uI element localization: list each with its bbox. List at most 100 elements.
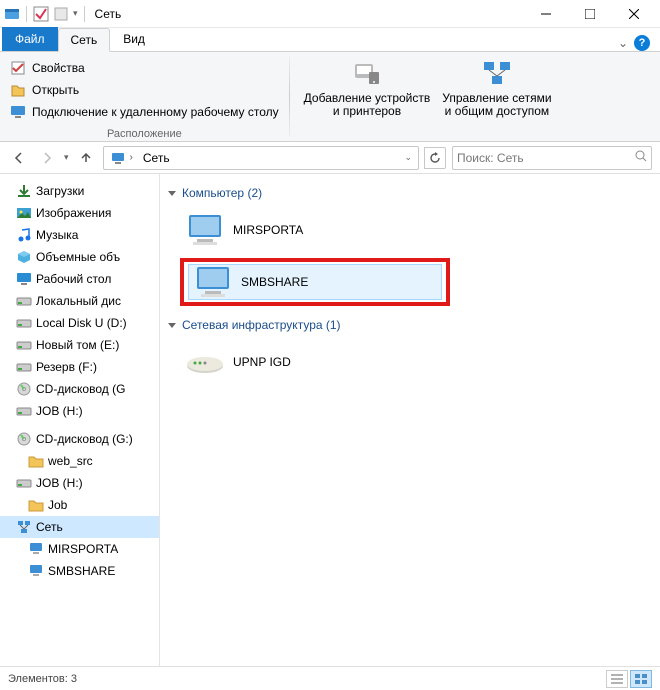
sidebar-item[interactable]: web_src (0, 450, 159, 472)
sidebar-item-label: Изображения (36, 206, 111, 220)
computer-icon (185, 213, 225, 247)
sidebar-item-label: Резерв (F:) (36, 360, 97, 374)
sidebar-item-label: SMBSHARE (48, 564, 115, 578)
sidebar-item[interactable]: Загрузки (0, 180, 159, 202)
sidebar-item[interactable]: Рабочий стол (0, 268, 159, 290)
sidebar-item[interactable]: JOB (H:) (0, 400, 159, 422)
sidebar-item[interactable]: MIRSPORTA (0, 538, 159, 560)
group-computer-label: Компьютер (2) (182, 186, 262, 200)
maximize-button[interactable] (568, 0, 612, 28)
ribbon-properties-label: Свойства (32, 61, 85, 75)
breadcrumb[interactable]: › Сеть ⌄ (103, 146, 419, 170)
tab-view[interactable]: Вид (110, 27, 158, 51)
sidebar-item-label: JOB (H:) (36, 404, 83, 418)
ribbon-properties[interactable]: Свойства (8, 58, 281, 78)
pictures-icon (16, 205, 32, 221)
sidebar-item-label: Музыка (36, 228, 78, 242)
ribbon-add-devices-label: Добавление устройств и принтеров (304, 92, 431, 118)
sidebar-item-label: Local Disk U (D:) (36, 316, 127, 330)
folder-icon (28, 497, 44, 513)
chevron-down-icon (168, 191, 176, 196)
sidebar-item[interactable]: Музыка (0, 224, 159, 246)
breadcrumb-seg: Сеть (143, 151, 170, 165)
view-icons-button[interactable] (630, 670, 652, 688)
drive-icon (16, 403, 32, 419)
status-item-count: Элементов: 3 (8, 673, 77, 685)
3d-icon (16, 249, 32, 265)
computer-icon (28, 563, 44, 579)
sidebar-item-label: CD-дисковод (G (36, 382, 125, 396)
tab-network[interactable]: Сеть (58, 28, 111, 52)
sidebar-item-label: MIRSPORTA (48, 542, 118, 556)
sidebar-item[interactable]: Job (0, 494, 159, 516)
view-details-button[interactable] (606, 670, 628, 688)
sidebar-item-label: Job (48, 498, 67, 512)
ribbon-collapse-icon[interactable]: ⌄ (618, 36, 628, 50)
ribbon-open-label: Открыть (32, 83, 79, 97)
desktop-icon (16, 271, 32, 287)
drive-icon (16, 315, 32, 331)
open-icon (10, 82, 26, 98)
sidebar-item[interactable]: Local Disk U (D:) (0, 312, 159, 334)
sidebar-item[interactable]: Сеть (0, 516, 159, 538)
ribbon-remote-desktop[interactable]: Подключение к удаленному рабочему столу (8, 102, 281, 122)
refresh-button[interactable] (424, 147, 446, 169)
computer-icon (193, 265, 233, 299)
properties-icon (10, 60, 26, 76)
ribbon: Свойства Открыть Подключение к удаленном… (0, 52, 660, 142)
ribbon-add-devices[interactable]: Добавление устройств и принтеров (298, 54, 437, 140)
quick-access-toolbar: ▾ (4, 6, 87, 22)
navigation-bar: ▾ › Сеть ⌄ Поиск: Сеть (0, 142, 660, 174)
sidebar-item[interactable]: Объемные объ (0, 246, 159, 268)
sidebar-item-label: JOB (H:) (36, 476, 83, 490)
nav-back[interactable] (8, 147, 30, 169)
network-infra-item[interactable]: UPNP IGD (180, 338, 450, 386)
group-computer[interactable]: Компьютер (2) (168, 186, 660, 200)
remote-desktop-icon (10, 104, 26, 120)
qat-checkbox-icon[interactable] (33, 6, 49, 22)
tab-file[interactable]: Файл (2, 27, 58, 51)
sidebar-item[interactable]: JOB (H:) (0, 472, 159, 494)
group-infra[interactable]: Сетевая инфраструктура (1) (168, 318, 660, 332)
ribbon-manage-network[interactable]: Управление сетями и общим доступом (436, 54, 557, 140)
search-input[interactable]: Поиск: Сеть (452, 146, 652, 170)
nav-forward[interactable] (36, 147, 58, 169)
network-computer-item-highlighted[interactable]: SMBSHARE (180, 258, 450, 306)
nav-up[interactable] (75, 147, 97, 169)
search-icon (635, 150, 647, 165)
network-icon (110, 150, 126, 166)
music-icon (16, 227, 32, 243)
sidebar-item[interactable]: Резерв (F:) (0, 356, 159, 378)
cd-icon (16, 381, 32, 397)
qat-dropdown-icon[interactable]: ▾ (73, 8, 78, 19)
qat-props-icon[interactable] (53, 6, 69, 22)
network-computer-label: SMBSHARE (241, 275, 308, 289)
title-bar: ▾ Сеть (0, 0, 660, 28)
ribbon-group-location-label: Расположение (8, 126, 281, 140)
drive-icon (16, 337, 32, 353)
minimize-button[interactable] (524, 0, 568, 28)
manage-network-icon (481, 58, 513, 90)
add-devices-icon (351, 58, 383, 90)
explorer-icon (4, 6, 20, 22)
sidebar-item[interactable]: Изображения (0, 202, 159, 224)
help-icon[interactable]: ? (634, 35, 650, 51)
sidebar-item[interactable]: CD-дисковод (G (0, 378, 159, 400)
network-icon (16, 519, 32, 535)
close-button[interactable] (612, 0, 656, 28)
sidebar-item[interactable]: Локальный дис (0, 290, 159, 312)
computer-icon (28, 541, 44, 557)
navigation-pane[interactable]: Загрузки Изображения Музыка Объемные объРаб… (0, 174, 160, 666)
ribbon-open[interactable]: Открыть (8, 80, 281, 100)
sidebar-item-label: CD-дисковод (G:) (36, 432, 133, 446)
nav-history-dropdown[interactable]: ▾ (64, 152, 69, 163)
sidebar-item-label: Сеть (36, 520, 63, 534)
sidebar-item[interactable]: Новый том (E:) (0, 334, 159, 356)
network-computer-item[interactable]: MIRSPORTA (180, 206, 450, 254)
sidebar-item[interactable]: SMBSHARE (0, 560, 159, 582)
chevron-down-icon (168, 323, 176, 328)
ribbon-remote-desktop-label: Подключение к удаленному рабочему столу (32, 105, 279, 119)
sidebar-item[interactable]: CD-дисковод (G:) (0, 428, 159, 450)
breadcrumb-dropdown-icon[interactable]: ⌄ (404, 152, 412, 163)
content-pane[interactable]: Компьютер (2) MIRSPORTA SMBSHARE Сетевая… (160, 174, 660, 666)
